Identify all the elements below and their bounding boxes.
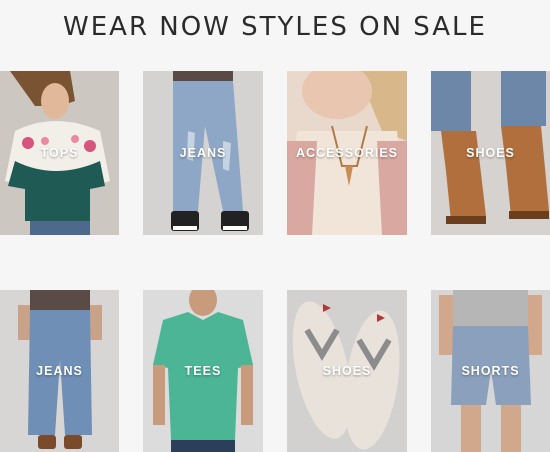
tile-label: TEES — [184, 364, 222, 378]
tile-label: SHOES — [322, 364, 372, 378]
tile-label: TOPS — [40, 146, 79, 160]
category-tile-jeans-men[interactable]: JEANS — [0, 290, 119, 452]
category-tile-tops[interactable]: TOPS — [0, 71, 119, 235]
tile-label: JEANS — [36, 364, 83, 378]
page-title: WEAR NOW STYLES ON SALE — [63, 12, 487, 42]
tile-label: JEANS — [179, 146, 227, 160]
tile-label: SHOES — [466, 146, 515, 160]
tile-label: ACCESSORIES — [296, 146, 398, 160]
category-tile-jeans[interactable]: JEANS — [143, 71, 263, 235]
category-tile-tees[interactable]: TEES — [143, 290, 263, 452]
category-tile-accessories[interactable]: ACCESSORIES — [287, 71, 407, 235]
tile-label: SHORTS — [461, 364, 520, 378]
category-tile-shoes-men[interactable]: SHOES — [287, 290, 407, 452]
category-tile-shorts[interactable]: SHORTS — [431, 290, 550, 452]
category-tile-shoes[interactable]: SHOES — [431, 71, 550, 235]
